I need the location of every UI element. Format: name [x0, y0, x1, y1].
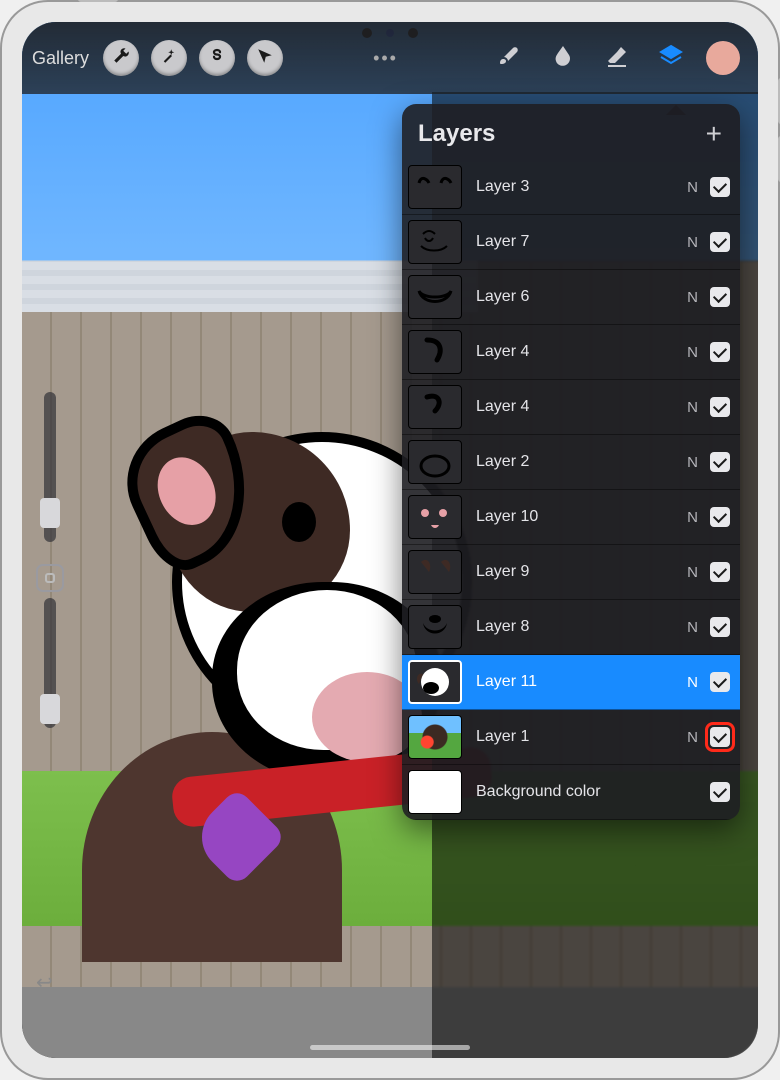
layer-name-label: Layer 1 [476, 728, 687, 746]
layer-visibility-checkbox[interactable] [710, 782, 730, 802]
layers-panel-title: Layers [418, 120, 495, 148]
layer-name-label: Layer 4 [476, 343, 687, 361]
layer-thumbnail[interactable] [408, 605, 462, 649]
layer-blend-mode[interactable]: N [687, 674, 698, 691]
layers-button[interactable] [650, 37, 692, 79]
layer-thumbnail[interactable] [408, 715, 462, 759]
undo-button[interactable]: ↩ [36, 970, 53, 995]
layer-blend-mode[interactable]: N [687, 179, 698, 196]
arrow-icon [256, 47, 274, 70]
layer-row[interactable]: Layer 9N [402, 545, 740, 600]
selection-button[interactable] [199, 40, 235, 76]
brush-size-thumb[interactable] [40, 498, 60, 528]
layers-panel: Layers + Layer 3NLayer 7NLayer 6NLayer 4… [402, 104, 740, 820]
layer-row[interactable]: Layer 4N [402, 380, 740, 435]
smudge-icon [551, 44, 575, 73]
layer-name-label: Layer 9 [476, 563, 687, 581]
side-controls [34, 392, 66, 812]
layer-row[interactable]: Layer 4N [402, 325, 740, 380]
layer-thumbnail[interactable] [408, 550, 462, 594]
eraser-icon [605, 44, 629, 73]
layer-blend-mode[interactable]: N [687, 564, 698, 581]
layer-thumbnail[interactable] [408, 385, 462, 429]
opacity-thumb[interactable] [40, 694, 60, 724]
top-toolbar: Gallery ••• [22, 22, 758, 94]
layer-thumbnail[interactable] [408, 495, 462, 539]
layer-thumbnail[interactable] [408, 165, 462, 209]
layer-visibility-checkbox[interactable] [710, 287, 730, 307]
layer-visibility-checkbox[interactable] [710, 507, 730, 527]
layer-row[interactable]: Layer 2N [402, 435, 740, 490]
selection-s-icon [208, 47, 226, 70]
layer-visibility-checkbox[interactable] [710, 672, 730, 692]
layer-name-label: Layer 11 [476, 673, 687, 691]
layer-visibility-checkbox[interactable] [710, 562, 730, 582]
layer-blend-mode[interactable]: N [687, 399, 698, 416]
eraser-button[interactable] [596, 37, 638, 79]
layer-name-label: Layer 10 [476, 508, 687, 526]
layers-icon [659, 44, 683, 73]
layers-list: Layer 3NLayer 7NLayer 6NLayer 4NLayer 4N… [402, 160, 740, 820]
redo-button[interactable]: ↪ [36, 1003, 53, 1028]
redo-icon: ↪ [36, 1005, 53, 1027]
layer-visibility-checkbox[interactable] [710, 342, 730, 362]
layer-visibility-checkbox[interactable] [710, 177, 730, 197]
layer-visibility-checkbox[interactable] [710, 452, 730, 472]
layer-visibility-checkbox[interactable] [710, 232, 730, 252]
modify-button[interactable] [36, 564, 64, 592]
layer-thumbnail[interactable] [408, 770, 462, 814]
home-indicator[interactable] [310, 1045, 470, 1050]
layer-name-label: Layer 4 [476, 398, 687, 416]
layer-row[interactable]: Layer 3N [402, 160, 740, 215]
layer-thumbnail[interactable] [408, 660, 462, 704]
adjustments-button[interactable] [151, 40, 187, 76]
layer-row[interactable]: Layer 6N [402, 270, 740, 325]
layer-name-label: Background color [476, 783, 710, 801]
gallery-button[interactable]: Gallery [32, 48, 89, 69]
add-layer-button[interactable]: + [706, 123, 722, 145]
layer-name-label: Layer 6 [476, 288, 687, 306]
layer-name-label: Layer 8 [476, 618, 687, 636]
ipad-frame: Gallery ••• [0, 0, 780, 1080]
color-picker-button[interactable] [706, 41, 740, 75]
opacity-slider[interactable] [44, 598, 56, 728]
layer-blend-mode[interactable]: N [687, 234, 698, 251]
layer-blend-mode[interactable]: N [687, 289, 698, 306]
layer-thumbnail[interactable] [408, 220, 462, 264]
layer-thumbnail[interactable] [408, 275, 462, 319]
hw-power-button [78, 0, 118, 2]
actions-button[interactable] [103, 40, 139, 76]
smudge-button[interactable] [542, 37, 584, 79]
undo-redo-group: ↩ ↪ [36, 970, 53, 1028]
undo-icon: ↩ [36, 972, 53, 994]
layer-blend-mode[interactable]: N [687, 509, 698, 526]
layer-thumbnail[interactable] [408, 330, 462, 374]
layer-row[interactable]: Layer 1N [402, 710, 740, 765]
layer-blend-mode[interactable]: N [687, 454, 698, 471]
layer-row[interactable]: Layer 11N [402, 655, 740, 710]
wrench-icon [112, 47, 130, 70]
layer-row[interactable]: Background color [402, 765, 740, 820]
layer-blend-mode[interactable]: N [687, 344, 698, 361]
layer-thumbnail[interactable] [408, 440, 462, 484]
layer-visibility-checkbox[interactable] [710, 617, 730, 637]
more-menu-button[interactable]: ••• [361, 48, 410, 69]
layer-blend-mode[interactable]: N [687, 619, 698, 636]
layer-visibility-checkbox[interactable] [710, 727, 730, 747]
layer-name-label: Layer 7 [476, 233, 687, 251]
layer-name-label: Layer 3 [476, 178, 687, 196]
transform-button[interactable] [247, 40, 283, 76]
brush-size-slider[interactable] [44, 392, 56, 542]
layer-row[interactable]: Layer 8N [402, 600, 740, 655]
layer-blend-mode[interactable]: N [687, 729, 698, 746]
layer-row[interactable]: Layer 7N [402, 215, 740, 270]
screen: Gallery ••• [22, 22, 758, 1058]
layer-row[interactable]: Layer 10N [402, 490, 740, 545]
square-icon [45, 573, 55, 583]
brush-button[interactable] [488, 37, 530, 79]
layer-visibility-checkbox[interactable] [710, 397, 730, 417]
wand-icon [160, 47, 178, 70]
brush-icon [497, 44, 521, 73]
layer-name-label: Layer 2 [476, 453, 687, 471]
